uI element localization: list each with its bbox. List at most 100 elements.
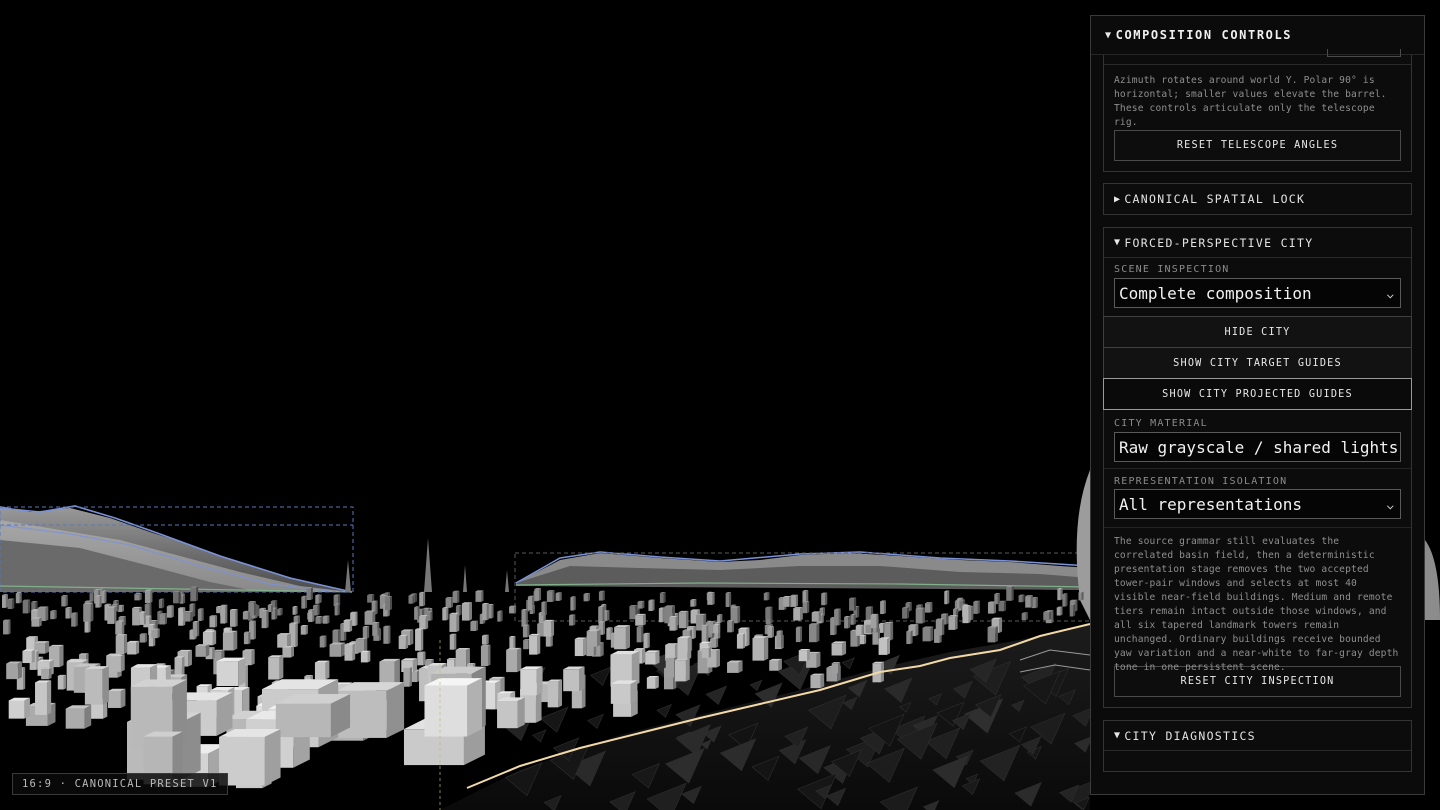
building: [1021, 612, 1028, 621]
building: [308, 609, 315, 622]
building: [497, 610, 503, 622]
building: [282, 645, 294, 658]
building: [151, 628, 160, 639]
building: [962, 605, 971, 624]
building: [645, 650, 660, 665]
reset-telescope-angles-button[interactable]: RESET TELESCOPE ANGLES: [1114, 130, 1401, 161]
building: [261, 610, 269, 629]
building: [415, 628, 424, 651]
show-city-target-guides-button[interactable]: SHOW CITY TARGET GUIDES: [1103, 347, 1412, 379]
building: [598, 605, 605, 624]
building: [821, 592, 828, 606]
building: [855, 624, 864, 636]
building: [569, 614, 576, 626]
building: [1, 594, 8, 608]
caret-down-icon: ▼: [1114, 730, 1122, 741]
building: [343, 619, 353, 632]
building: [7, 598, 15, 609]
building: [334, 603, 340, 616]
building: [727, 620, 735, 633]
building: [701, 624, 709, 644]
building: [22, 649, 35, 664]
building: [521, 608, 528, 627]
section-title-diagnostics: CITY DIAGNOSTICS: [1124, 728, 1256, 743]
telescope-scrolled-control: [1104, 49, 1411, 65]
building: [1043, 611, 1052, 620]
building: [403, 666, 412, 687]
building: [922, 626, 934, 642]
building: [509, 636, 516, 650]
building: [109, 654, 125, 672]
canonical-spatial-lock-toggle[interactable]: ▶ CANONICAL SPATIAL LOCK: [1104, 184, 1411, 214]
building: [1006, 586, 1014, 601]
building: [314, 660, 330, 680]
building: [95, 595, 102, 608]
building: [300, 625, 308, 635]
building: [713, 623, 721, 634]
scene-inspection-select[interactable]: Complete composition ⌄: [1114, 278, 1401, 308]
building: [527, 595, 535, 611]
building: [763, 592, 770, 601]
building: [658, 607, 665, 623]
building: [659, 592, 666, 603]
building: [725, 592, 732, 608]
caret-right-icon: ▶: [1114, 193, 1122, 205]
forced-perspective-city-section: ▼ FORCED-PERSPECTIVE CITY SCENE INSPECTI…: [1103, 227, 1412, 708]
city-material-select[interactable]: Raw grayscale / shared lights: [1114, 432, 1401, 462]
representation-isolation-select[interactable]: All representations ⌄: [1114, 489, 1401, 519]
building: [83, 602, 94, 622]
building: [408, 594, 415, 604]
building: [31, 617, 42, 627]
building: [776, 630, 783, 648]
section-title-spatial-lock: CANONICAL SPATIAL LOCK: [1124, 192, 1306, 206]
building: [543, 619, 555, 637]
building: [870, 613, 879, 629]
panel-title: COMPOSITION CONTROLS: [1115, 28, 1293, 42]
building: [449, 633, 457, 650]
show-city-projected-guides-button[interactable]: SHOW CITY PROJECTED GUIDES: [1103, 378, 1412, 410]
building: [383, 625, 391, 644]
building: [1069, 604, 1076, 617]
building: [769, 658, 782, 671]
landmark-spires: [345, 538, 509, 592]
telescope-note: Azimuth rotates around world Y. Polar 90…: [1114, 75, 1387, 128]
building: [831, 662, 841, 674]
building: [442, 607, 449, 621]
building: [115, 620, 125, 635]
building: [669, 616, 678, 631]
building: [906, 630, 913, 645]
building: [107, 606, 117, 624]
building: [648, 599, 655, 611]
city-diagnostics-toggle[interactable]: ▼ CITY DIAGNOSTICS: [1104, 721, 1411, 751]
building: [57, 674, 66, 690]
building: [497, 697, 525, 729]
building: [727, 660, 743, 673]
building: [22, 599, 31, 614]
city-note: The source grammar still evaluates the c…: [1114, 536, 1399, 673]
building: [222, 630, 238, 651]
building: [809, 623, 820, 643]
forced-perspective-city-toggle[interactable]: ▼ FORCED-PERSPECTIVE CITY: [1104, 228, 1411, 258]
building: [108, 688, 126, 708]
building: [1078, 591, 1084, 601]
building: [65, 705, 92, 729]
building: [372, 622, 380, 636]
building: [844, 615, 851, 629]
scene-inspection-label: SCENE INSPECTION: [1114, 264, 1230, 275]
building: [220, 604, 228, 624]
building: [65, 607, 72, 619]
building: [322, 615, 330, 624]
building: [522, 624, 530, 638]
city-material-value: Raw grayscale / shared lights: [1119, 437, 1399, 457]
building: [570, 596, 576, 611]
building: [795, 626, 803, 643]
hide-city-button[interactable]: HIDE CITY: [1103, 316, 1412, 348]
chevron-down-icon: ⌄: [1386, 286, 1396, 300]
building: [810, 673, 825, 689]
building: [902, 606, 910, 619]
building: [643, 632, 650, 649]
building: [1062, 593, 1068, 607]
building: [139, 633, 148, 643]
building: [190, 586, 199, 602]
building: [534, 588, 542, 601]
